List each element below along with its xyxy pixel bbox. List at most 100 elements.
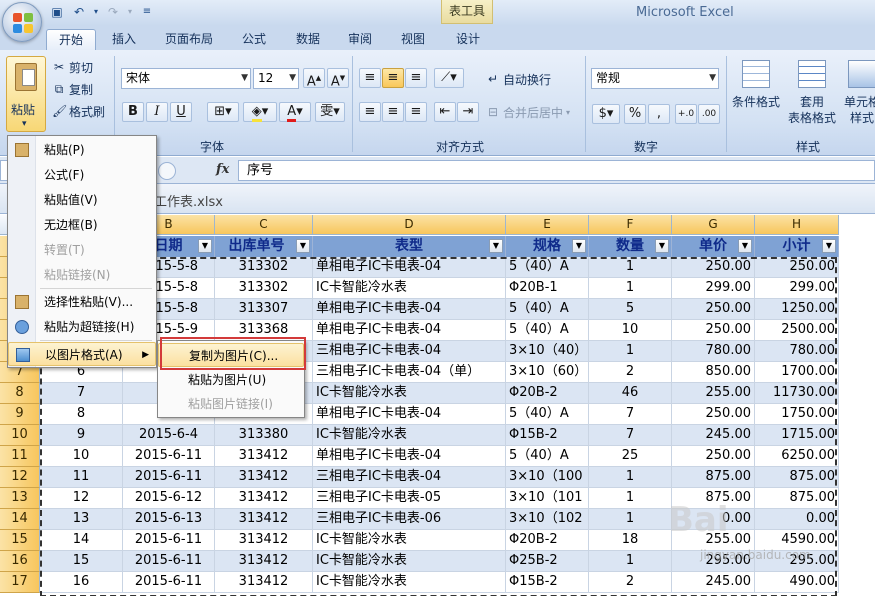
filter-dropdown-icon[interactable]: ▼ [489, 239, 503, 253]
table-cell[interactable]: 1 [589, 278, 672, 299]
table-cell[interactable]: 3×10（100 [506, 467, 589, 488]
table-cell[interactable]: 单相电子IC卡电表-04 [313, 404, 506, 425]
menu-item-no-borders[interactable]: 无边框(B) [8, 213, 156, 237]
table-cell[interactable]: 255.00 [672, 383, 755, 404]
table-cell[interactable]: 3×10（60） [506, 362, 589, 383]
tab-page-layout[interactable]: 页面布局 [158, 29, 220, 50]
row-header[interactable]: 13 [0, 488, 40, 509]
format-as-table-button[interactable]: 套用 表格格式 [786, 56, 838, 134]
table-cell[interactable]: 875.00 [755, 488, 839, 509]
tab-formulas[interactable]: 公式 [234, 29, 274, 50]
column-header-f[interactable]: F [589, 215, 672, 235]
undo-icon[interactable]: ↶ [70, 4, 88, 20]
table-cell[interactable]: IC卡智能冷水表 [313, 383, 506, 404]
table-cell[interactable]: 2015-6-13 [123, 509, 215, 530]
wrap-text-button[interactable]: ↵ 自动换行 [486, 70, 551, 88]
increase-indent-button[interactable]: ⇥ [457, 102, 479, 122]
row-header[interactable]: 15 [0, 530, 40, 551]
table-cell[interactable]: 2 [589, 572, 672, 593]
table-cell[interactable]: 875.00 [755, 467, 839, 488]
table-cell[interactable]: IC卡智能冷水表 [313, 530, 506, 551]
menu-item-formulas[interactable]: 公式(F) [8, 163, 156, 187]
table-cell[interactable]: 250.00 [672, 299, 755, 320]
table-cell[interactable]: 三相电子IC卡电表-05 [313, 488, 506, 509]
table-cell[interactable]: 313307 [215, 299, 313, 320]
table-cell[interactable]: 3×10（101 [506, 488, 589, 509]
filter-dropdown-icon[interactable]: ▼ [655, 239, 669, 253]
table-cell[interactable]: 16 [40, 572, 123, 593]
copy-button[interactable]: ⧉ 复制 [52, 80, 93, 98]
table-cell[interactable]: 5 [589, 299, 672, 320]
row-header[interactable]: 8 [0, 383, 40, 404]
table-cell[interactable]: 313302 [215, 257, 313, 278]
table-cell[interactable]: 780.00 [672, 341, 755, 362]
table-cell[interactable]: 1 [589, 551, 672, 572]
cancel-circle-icon[interactable] [158, 162, 176, 180]
decrease-indent-button[interactable]: ⇤ [434, 102, 456, 122]
table-cell[interactable]: 15 [40, 551, 123, 572]
number-format-combo[interactable]: 常规 ▼ [591, 68, 719, 89]
font-name-combo[interactable]: 宋体 ▼ [121, 68, 251, 89]
paste-button[interactable]: 粘贴 ▾ [6, 56, 46, 132]
table-cell[interactable]: 三相电子IC卡电表-04（单） [313, 362, 506, 383]
table-cell[interactable]: 2015-6-11 [123, 467, 215, 488]
table-cell[interactable]: 250.00 [672, 257, 755, 278]
menu-item-paste-link[interactable]: 粘贴链接(N) [8, 263, 156, 287]
table-cell[interactable]: 313412 [215, 446, 313, 467]
increase-decimal-button[interactable]: +.0 [675, 104, 697, 124]
filter-dropdown-icon[interactable]: ▼ [296, 239, 310, 253]
phonetic-button[interactable]: 雯▾ [315, 102, 345, 122]
table-cell[interactable]: 1 [589, 467, 672, 488]
orientation-button[interactable]: ⟋▾ [434, 68, 464, 88]
table-cell[interactable]: 313412 [215, 551, 313, 572]
filter-dropdown-icon[interactable]: ▼ [738, 239, 752, 253]
table-cell[interactable]: 11 [40, 467, 123, 488]
table-cell[interactable]: 313412 [215, 467, 313, 488]
table-cell[interactable]: 1700.00 [755, 362, 839, 383]
row-header[interactable]: 14 [0, 509, 40, 530]
table-cell[interactable]: 7 [589, 425, 672, 446]
table-cell[interactable]: 18 [589, 530, 672, 551]
table-cell[interactable]: 10 [40, 446, 123, 467]
table-cell[interactable]: 250.00 [672, 446, 755, 467]
italic-button[interactable]: I [146, 102, 168, 122]
table-cell[interactable]: 13 [40, 509, 123, 530]
cell-styles-button[interactable]: 单元格 样式 [842, 56, 875, 134]
table-cell[interactable]: 5（40）A [506, 299, 589, 320]
align-bottom-button[interactable]: ≡ [405, 68, 427, 88]
tab-data[interactable]: 数据 [288, 29, 328, 50]
row-header[interactable]: 12 [0, 467, 40, 488]
redo-icon[interactable]: ↷ [104, 4, 122, 20]
table-cell[interactable]: 245.00 [672, 425, 755, 446]
table-cell[interactable]: 250.00 [755, 257, 839, 278]
table-cell[interactable]: 313302 [215, 278, 313, 299]
table-cell[interactable]: 313380 [215, 425, 313, 446]
table-cell[interactable]: 7 [589, 404, 672, 425]
table-cell[interactable]: 5（40）A [506, 404, 589, 425]
table-cell[interactable]: 2015-6-11 [123, 530, 215, 551]
table-cell[interactable]: 8 [40, 404, 123, 425]
table-cell[interactable]: 1 [589, 341, 672, 362]
align-left-button[interactable]: ≡ [359, 102, 381, 122]
menu-item-paste-special[interactable]: 选择性粘贴(V)... [8, 290, 156, 314]
table-cell[interactable]: 14 [40, 530, 123, 551]
table-cell[interactable]: 25 [589, 446, 672, 467]
tab-design[interactable]: 设计 [448, 29, 488, 50]
menu-item-values[interactable]: 粘贴值(V) [8, 188, 156, 212]
table-cell[interactable]: 1 [589, 488, 672, 509]
align-right-button[interactable]: ≡ [405, 102, 427, 122]
table-cell[interactable]: 850.00 [672, 362, 755, 383]
table-cell[interactable]: 三相电子IC卡电表-04 [313, 467, 506, 488]
table-cell[interactable]: 7 [40, 383, 123, 404]
table-cell[interactable]: 250.00 [672, 404, 755, 425]
filter-dropdown-icon[interactable]: ▼ [822, 239, 836, 253]
table-cell[interactable]: Φ25B-2 [506, 551, 589, 572]
table-cell[interactable]: 875.00 [672, 467, 755, 488]
percent-button[interactable]: % [624, 104, 646, 124]
table-cell[interactable]: Φ20B-2 [506, 383, 589, 404]
table-cell[interactable]: IC卡智能冷水表 [313, 551, 506, 572]
merge-center-button[interactable]: ⊟ 合并后居中 ▾ [486, 103, 570, 121]
formula-input[interactable]: 序号 [238, 160, 875, 181]
table-cell[interactable]: Φ20B-1 [506, 278, 589, 299]
redo-dropdown-icon[interactable]: ▾ [126, 4, 134, 20]
